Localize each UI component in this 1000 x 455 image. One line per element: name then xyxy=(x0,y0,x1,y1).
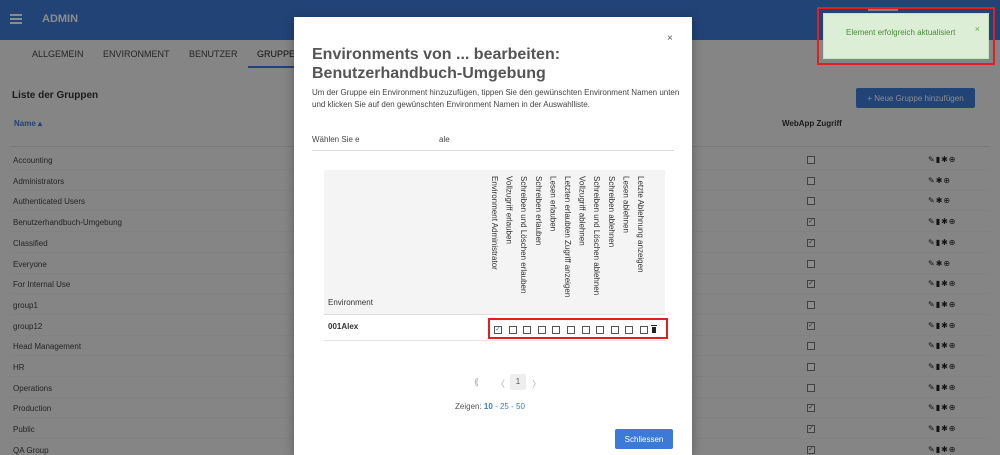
next-page-icon[interactable]: 〉 xyxy=(532,377,541,390)
toast-highlight: Element erfolgreich aktualisiert × xyxy=(817,7,995,65)
page-size-25[interactable]: 25 xyxy=(500,402,509,411)
close-icon[interactable]: × xyxy=(667,33,673,44)
permission-column-header: Lesen erlauben xyxy=(548,176,558,232)
first-page-icon[interactable]: ⟪ xyxy=(474,377,479,388)
permission-column-header: Vollzugriff ablehnen xyxy=(577,176,587,246)
row-divider xyxy=(324,340,665,341)
permission-checkbox[interactable]: ✓ xyxy=(494,326,502,334)
environment-search-value[interactable]: ale xyxy=(439,135,450,144)
permission-column-header: Vollzugriff erlauben xyxy=(504,176,514,244)
header-divider xyxy=(324,314,665,315)
column-header-environment: Environment xyxy=(328,298,373,307)
permission-column-header: Letzten erlaubten Zugriff anzeigen xyxy=(563,176,572,298)
permission-checkbox-row: ✓ xyxy=(488,318,668,339)
success-toast: Element erfolgreich aktualisiert × xyxy=(823,13,989,59)
permission-checkbox[interactable] xyxy=(581,326,590,334)
toast-message: Element erfolgreich aktualisiert xyxy=(846,28,956,37)
page-size-label: Zeigen: xyxy=(455,402,482,411)
page-size-10[interactable]: 10 xyxy=(484,402,493,411)
search-underline xyxy=(312,150,674,151)
permission-column-header: Schreiben erlauben xyxy=(533,176,543,246)
permission-checkbox[interactable] xyxy=(596,326,605,334)
page-number[interactable]: 1 xyxy=(510,374,526,390)
toast-close-icon[interactable]: × xyxy=(975,24,980,34)
permission-column-header: Lesen ablehnen xyxy=(621,176,631,233)
page-size-selector: Zeigen: 10 - 25 - 50 xyxy=(455,402,525,411)
permission-checkbox[interactable] xyxy=(508,326,517,334)
permission-checkbox[interactable] xyxy=(610,326,619,334)
permission-column-header: Schreiben ablehnen xyxy=(606,176,616,248)
permission-checkbox[interactable] xyxy=(625,326,634,334)
page-size-50[interactable]: 50 xyxy=(516,402,525,411)
trash-icon[interactable] xyxy=(651,325,657,333)
schliessen-button[interactable]: Schliessen xyxy=(615,429,673,449)
permission-column-header: Environment Administrator xyxy=(490,176,499,270)
dialog-description: Um der Gruppe ein Environment hinzuzufüg… xyxy=(312,88,680,109)
environment-search-input[interactable]: Wählen Sie e xyxy=(312,135,360,144)
permission-checkbox[interactable] xyxy=(537,326,546,334)
edit-environments-dialog: × Environments von ... bearbeiten: Benut… xyxy=(294,17,692,455)
permission-checkbox[interactable] xyxy=(567,326,575,334)
permission-column-header: Schreiben und Löschen ablehnen xyxy=(592,176,602,296)
permission-column-header: Letzte Ablehnung anzeigen xyxy=(636,176,645,273)
permission-column-header: Schreiben und Löschen erlauben xyxy=(519,176,529,294)
dialog-title: Environments von ... bearbeiten: Benutze… xyxy=(312,46,561,82)
prev-page-icon[interactable]: 〈 xyxy=(496,377,505,390)
permission-checkbox[interactable] xyxy=(552,326,561,334)
environment-name: 001Alex xyxy=(328,322,359,331)
permissions-table: Environment Environment Administrator Vol… xyxy=(324,170,665,341)
permission-checkbox[interactable] xyxy=(640,326,648,334)
permission-checkbox[interactable] xyxy=(523,326,532,334)
